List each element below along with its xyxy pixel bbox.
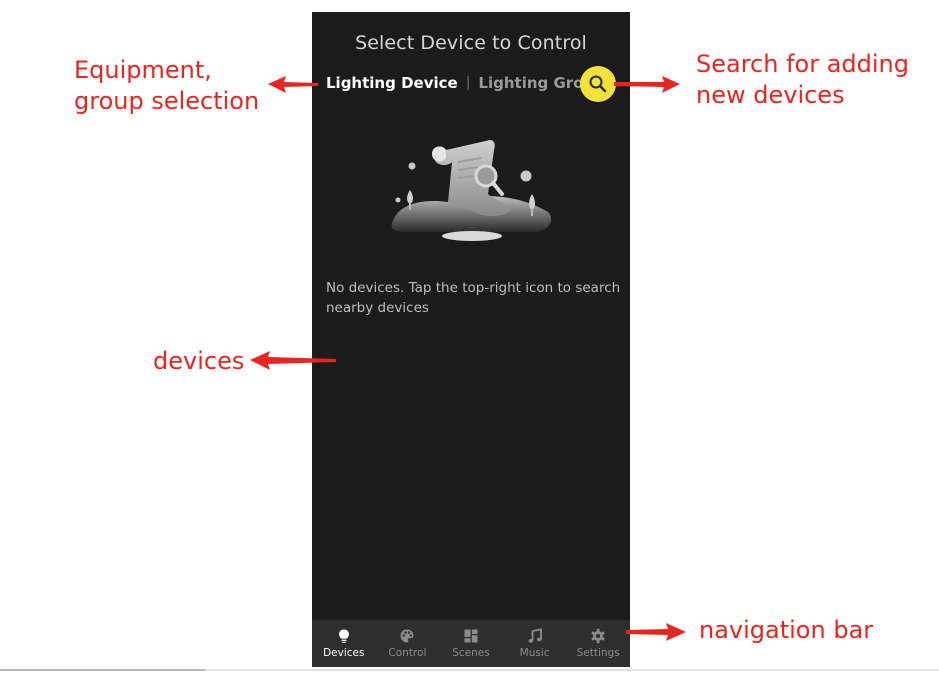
nav-item-settings[interactable]: Settings: [566, 620, 630, 667]
music-note-icon: [528, 628, 542, 643]
nav-item-devices[interactable]: Devices: [312, 620, 376, 667]
nav-item-music[interactable]: Music: [503, 620, 567, 667]
nav-label-settings: Settings: [576, 647, 620, 659]
nav-item-control[interactable]: Control: [376, 620, 440, 667]
tab-separator: |: [465, 75, 471, 91]
arrow-to-navbar: [626, 623, 686, 641]
tab-lighting-device[interactable]: Lighting Device: [326, 74, 458, 92]
search-icon: [589, 75, 607, 93]
nav-item-scenes[interactable]: Scenes: [439, 620, 503, 667]
annotation-equipment-line1: Equipment,: [74, 56, 212, 84]
phone-screen: Select Device to Control Lighting Device…: [312, 12, 630, 667]
device-group-tabs: Lighting Device | Lighting Group: [326, 74, 605, 92]
nav-label-scenes: Scenes: [452, 647, 490, 659]
annotation-search: Search for adding new devices: [696, 49, 909, 111]
bottom-navigation-bar: Devices Control Scenes Music Settings: [312, 620, 630, 667]
annotation-search-line2: new devices: [696, 81, 845, 109]
bottom-divider-accent: [0, 669, 205, 671]
annotation-equipment-selection: Equipment, group selection: [74, 55, 259, 117]
grid-icon: [464, 629, 478, 643]
annotation-devices: devices: [153, 347, 245, 375]
nav-label-devices: Devices: [323, 647, 365, 659]
bulb-icon: [338, 629, 349, 643]
gear-icon: [591, 628, 605, 644]
annotation-equipment-line2: group selection: [74, 87, 260, 115]
empty-state-message: No devices. Tap the top-right icon to se…: [326, 280, 621, 316]
annotation-navigation-bar: navigation bar: [699, 616, 874, 644]
page-title: Select Device to Control: [355, 32, 587, 54]
nav-label-control: Control: [388, 647, 427, 659]
nav-label-music: Music: [519, 647, 550, 659]
empty-document-illustration: [391, 140, 552, 241]
arrow-to-tabs: [268, 76, 318, 93]
palette-icon: [400, 629, 414, 643]
annotation-search-line1: Search for adding: [696, 50, 909, 78]
search-button[interactable]: [580, 66, 616, 102]
